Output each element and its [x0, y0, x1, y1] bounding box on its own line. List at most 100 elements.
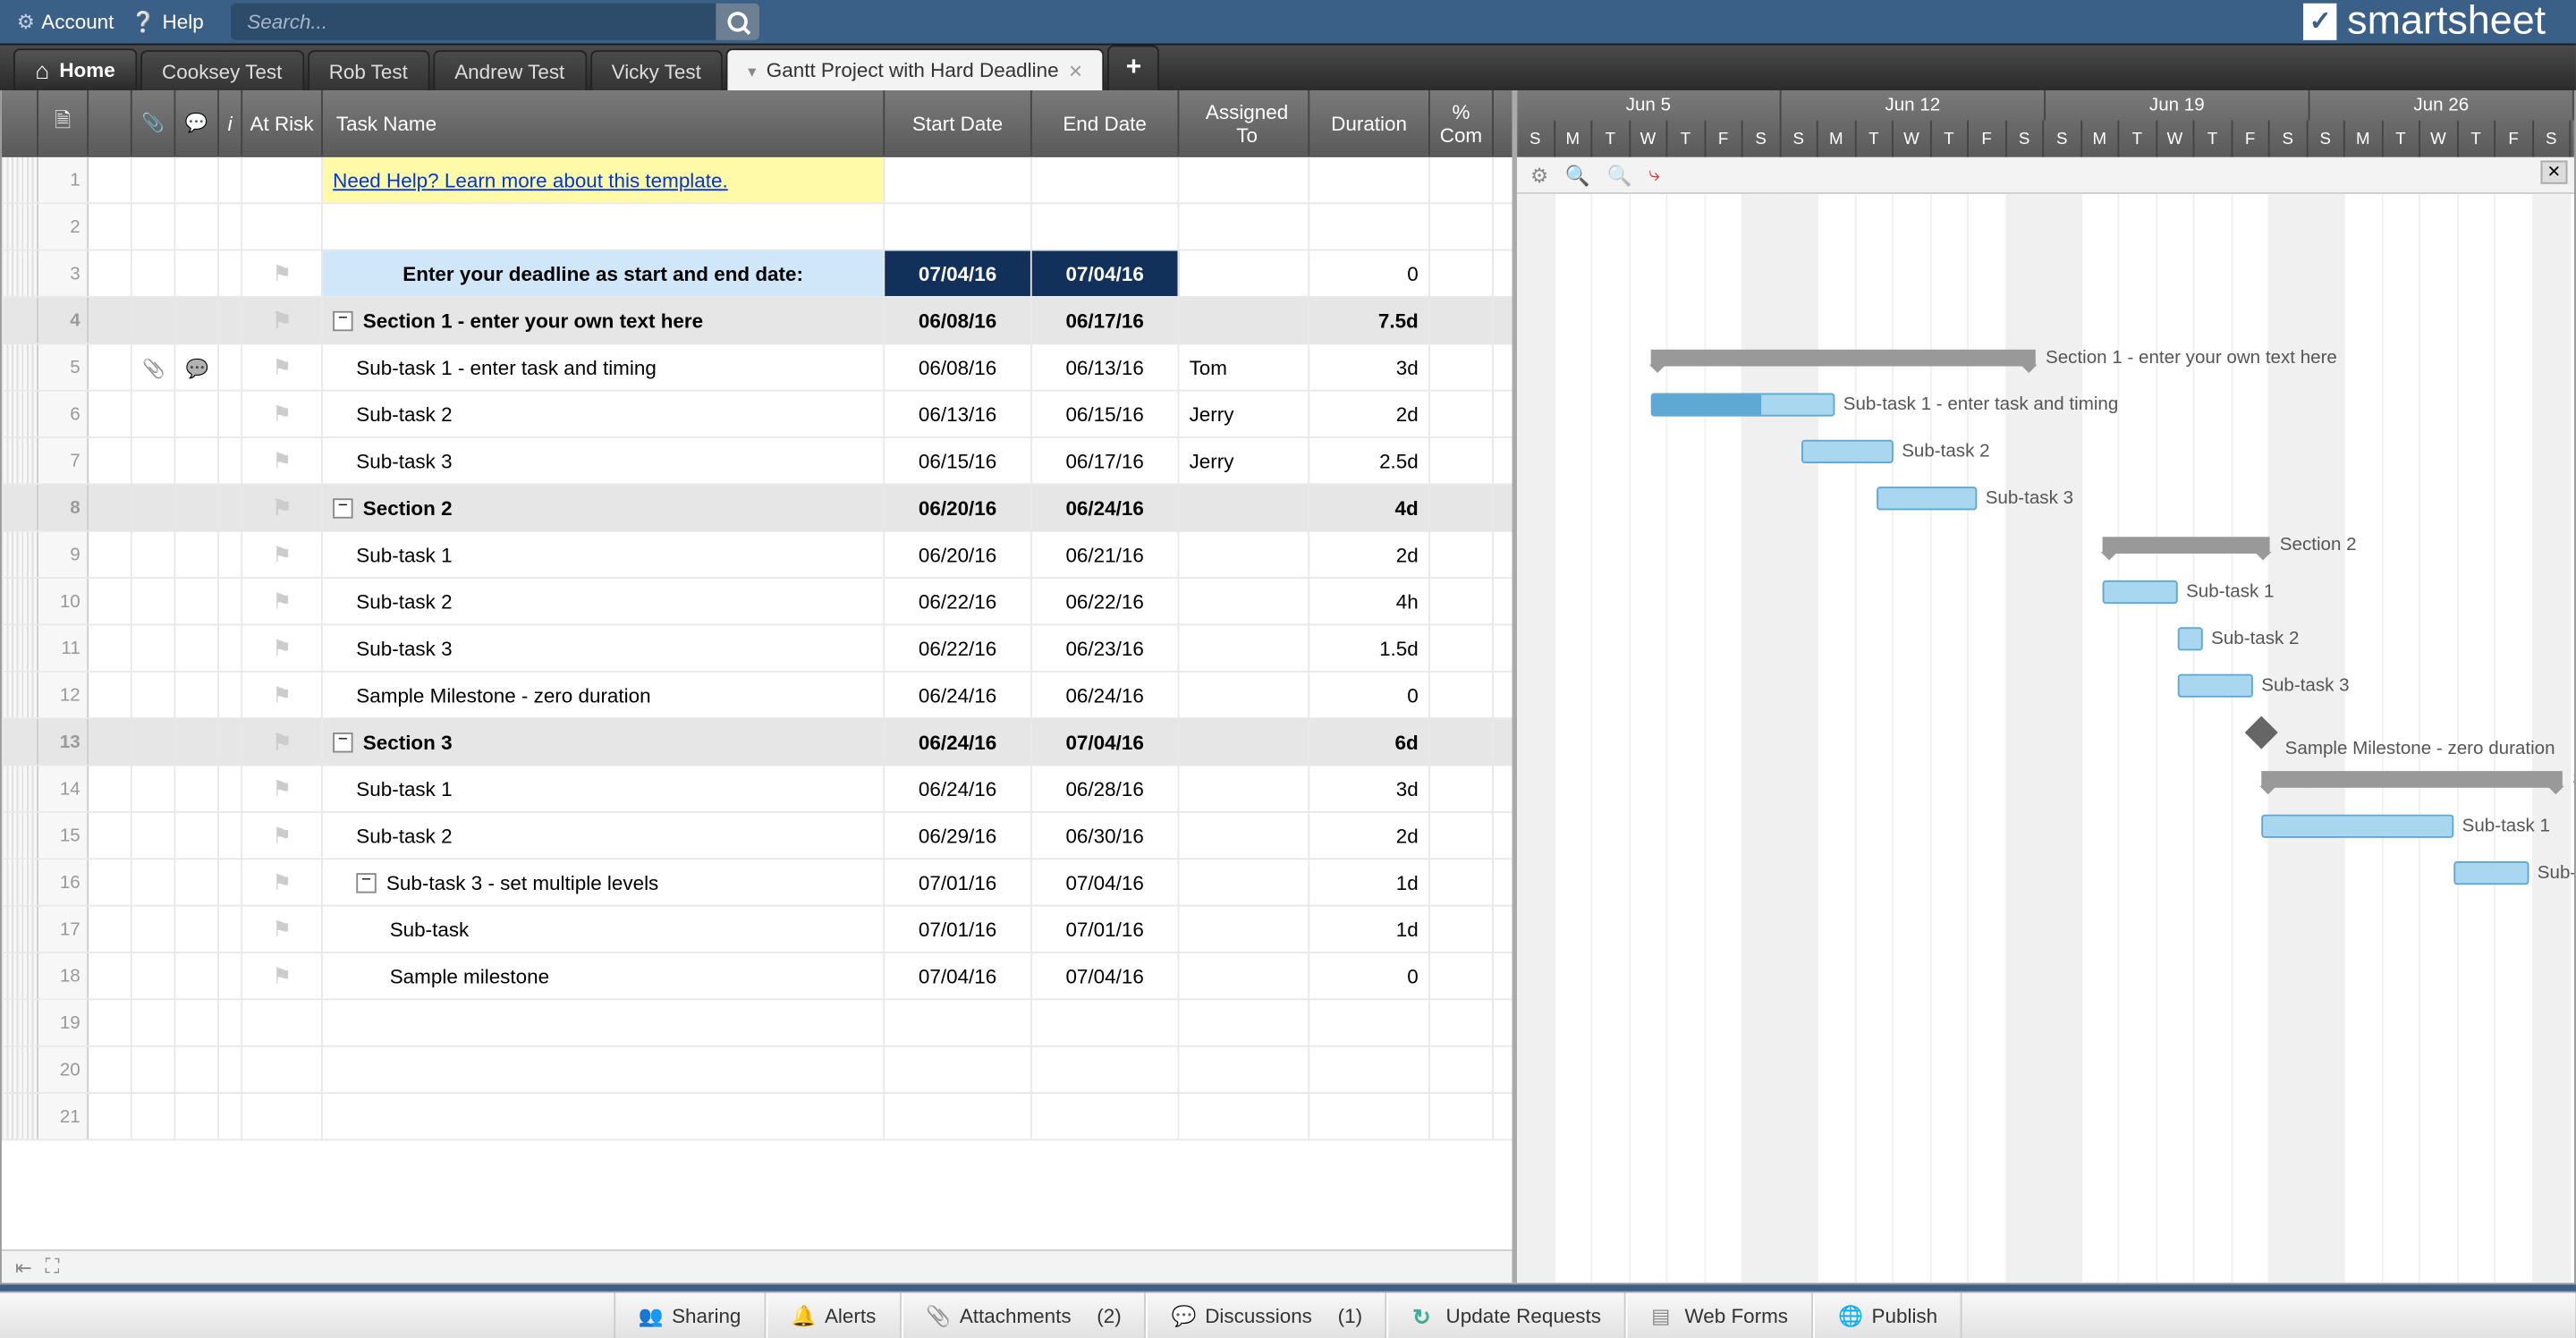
end-date-cell[interactable]: [1032, 157, 1180, 202]
row-handle[interactable]: [2, 1000, 38, 1045]
row-handle[interactable]: [2, 251, 38, 296]
gantt-bar[interactable]: Sub-task 2: [2453, 861, 2529, 885]
assigned-cell[interactable]: [1179, 1000, 1309, 1045]
row-number[interactable]: 3: [38, 251, 89, 296]
grid-row[interactable]: 14Sub-task 106/24/1606/28/163d: [2, 766, 1513, 812]
discussion-cell[interactable]: [175, 579, 219, 623]
row-number[interactable]: 18: [38, 953, 89, 998]
complete-cell[interactable]: [1430, 719, 1494, 764]
task-name-cell[interactable]: −Section 3: [323, 719, 885, 764]
cell[interactable]: [89, 953, 132, 998]
complete-cell[interactable]: [1430, 298, 1494, 343]
row-handle[interactable]: [2, 719, 38, 764]
info-cell[interactable]: [219, 392, 242, 436]
gantt-bar[interactable]: Sub-task 1 - enter task and timing: [1651, 393, 1835, 416]
attachment-cell[interactable]: [132, 1047, 176, 1092]
cell[interactable]: [89, 579, 132, 623]
grid-row[interactable]: 2: [2, 204, 1513, 250]
attachment-cell[interactable]: [132, 813, 176, 858]
task-name-cell[interactable]: −Sub-task 3 - set multiple levels: [323, 860, 885, 904]
row-number[interactable]: 12: [38, 673, 89, 717]
grid-row[interactable]: 8−Section 206/20/1606/24/164d: [2, 485, 1513, 531]
info-cell[interactable]: [219, 860, 242, 904]
complete-cell[interactable]: [1430, 438, 1494, 483]
start-date-cell[interactable]: [885, 1047, 1032, 1092]
cell[interactable]: [89, 298, 132, 343]
row-number[interactable]: 7: [38, 438, 89, 483]
attachment-cell[interactable]: [132, 344, 176, 389]
start-date-cell[interactable]: 06/22/16: [885, 625, 1032, 670]
row-number[interactable]: 10: [38, 579, 89, 623]
row-handle[interactable]: [2, 1094, 38, 1139]
row-handle[interactable]: [2, 204, 38, 249]
info-cell[interactable]: [219, 1047, 242, 1092]
col-at-risk[interactable]: At Risk: [242, 90, 323, 156]
complete-cell[interactable]: [1430, 907, 1494, 952]
info-cell[interactable]: [219, 813, 242, 858]
assigned-cell[interactable]: [1179, 813, 1309, 858]
gantt-row[interactable]: Section 1 - enter your own text here: [1517, 334, 2574, 381]
discussion-cell[interactable]: [175, 1047, 219, 1092]
gantt-bar[interactable]: Sub-task 3: [1877, 487, 1977, 510]
row-handle[interactable]: [2, 625, 38, 670]
row-number[interactable]: 14: [38, 766, 89, 810]
attachment-cell[interactable]: [132, 251, 176, 296]
end-date-cell[interactable]: 07/04/16: [1032, 860, 1180, 904]
end-date-cell[interactable]: 07/01/16: [1032, 907, 1180, 952]
grid-row[interactable]: 4−Section 1 - enter your own text here06…: [2, 298, 1513, 344]
complete-cell[interactable]: [1430, 1047, 1494, 1092]
assigned-cell[interactable]: [1179, 766, 1309, 810]
task-name-cell[interactable]: Sub-task 1: [323, 766, 885, 810]
info-cell[interactable]: [219, 157, 242, 202]
expand-icon[interactable]: ⛶: [46, 1255, 60, 1280]
grid-row[interactable]: 17Sub-task07/01/1607/01/161d: [2, 907, 1513, 953]
gantt-bar[interactable]: Sub-task 2: [2178, 627, 2203, 650]
complete-cell[interactable]: [1430, 813, 1494, 858]
row-number[interactable]: 19: [38, 1000, 89, 1045]
gantt-row[interactable]: Sub-task 1: [1517, 803, 2574, 850]
start-date-cell[interactable]: 06/20/16: [885, 485, 1032, 529]
row-number[interactable]: 8: [38, 485, 89, 529]
start-date-cell[interactable]: [885, 204, 1032, 249]
cell[interactable]: [89, 157, 132, 202]
col-start-date[interactable]: Start Date: [885, 90, 1032, 156]
discussion-cell[interactable]: [175, 719, 219, 764]
assigned-cell[interactable]: [1179, 204, 1309, 249]
gantt-settячо-icon[interactable]: ⚙: [1530, 163, 1548, 186]
complete-cell[interactable]: [1430, 344, 1494, 389]
row-handle[interactable]: [2, 907, 38, 952]
row-handle[interactable]: [2, 344, 38, 389]
end-date-cell[interactable]: [1032, 1047, 1180, 1092]
tab-sheet[interactable]: Cooksey Test: [140, 50, 304, 90]
grid-row[interactable]: 7Sub-task 306/15/1606/17/16Jerry2.5d: [2, 438, 1513, 485]
assigned-cell[interactable]: [1179, 579, 1309, 623]
discussion-cell[interactable]: [175, 1094, 219, 1139]
complete-cell[interactable]: [1430, 579, 1494, 623]
task-name-cell[interactable]: [323, 1047, 885, 1092]
discussion-cell[interactable]: [175, 953, 219, 998]
end-date-cell[interactable]: 06/23/16: [1032, 625, 1180, 670]
grid-row[interactable]: 5Sub-task 1 - enter task and timing06/08…: [2, 344, 1513, 391]
discussion-cell[interactable]: [175, 860, 219, 904]
grid-row[interactable]: 13−Section 306/24/1607/04/166d: [2, 719, 1513, 766]
row-handle[interactable]: [2, 766, 38, 810]
discussion-cell[interactable]: [175, 392, 219, 436]
row-number[interactable]: 1: [38, 157, 89, 202]
risk-cell[interactable]: [242, 157, 323, 202]
cell[interactable]: [89, 438, 132, 483]
discussion-cell[interactable]: [175, 673, 219, 717]
duration-cell[interactable]: 0: [1309, 673, 1430, 717]
assigned-cell[interactable]: [1179, 1047, 1309, 1092]
task-name-cell[interactable]: Sub-task 2: [323, 392, 885, 436]
attachment-cell[interactable]: [132, 204, 176, 249]
grid-row[interactable]: 1Need Help? Learn more about this templa…: [2, 157, 1513, 204]
info-cell[interactable]: [219, 907, 242, 952]
risk-cell[interactable]: [242, 438, 323, 483]
duration-cell[interactable]: 0: [1309, 953, 1430, 998]
row-handle[interactable]: [2, 532, 38, 577]
start-date-cell[interactable]: [885, 1094, 1032, 1139]
col-duration[interactable]: Duration: [1309, 90, 1430, 156]
start-date-cell[interactable]: 06/22/16: [885, 579, 1032, 623]
complete-cell[interactable]: [1430, 673, 1494, 717]
discussion-cell[interactable]: [175, 251, 219, 296]
